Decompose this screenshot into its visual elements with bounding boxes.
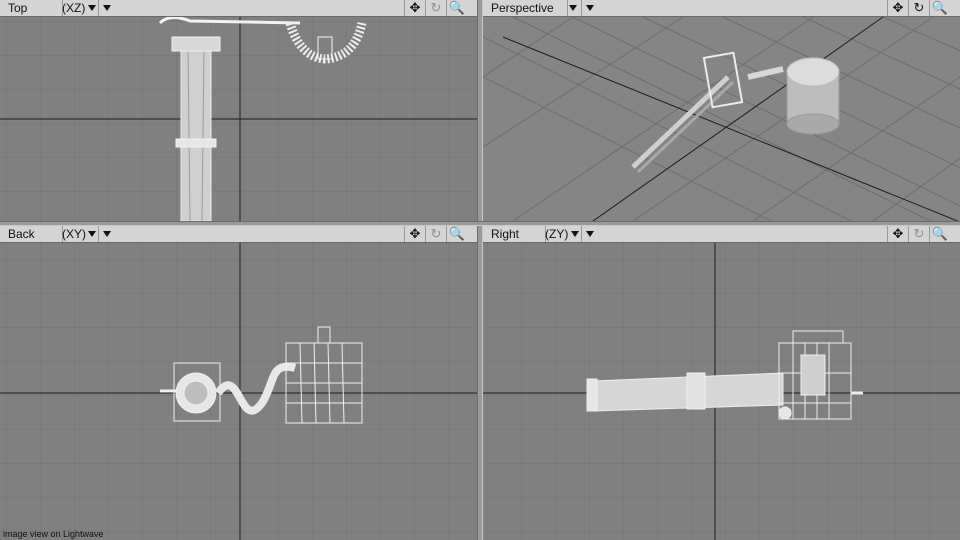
view-axes-label[interactable]: (XY) (62, 226, 86, 242)
viewport-header: Top (XZ) ✥ ↻ 🔍 (0, 0, 477, 17)
zoom-icon[interactable]: 🔍 (929, 226, 950, 242)
view-axes-label[interactable]: (ZY) (545, 226, 568, 242)
rotate-icon[interactable]: ↻ (908, 0, 929, 16)
viewport-top[interactable]: Top (XZ) ✥ ↻ 🔍 (0, 0, 477, 221)
chevron-down-icon[interactable] (88, 231, 96, 237)
viewport-splitter-horizontal[interactable] (0, 221, 960, 226)
chevron-down-icon (103, 5, 111, 11)
chevron-down-icon (586, 231, 594, 237)
view-label[interactable]: Top (4, 0, 63, 16)
viewport-splitter-vertical[interactable] (477, 0, 483, 540)
viewport-header: Perspective ✥ ↻ 🔍 (483, 0, 960, 17)
view-menu-dropdown[interactable] (98, 0, 115, 16)
view-label[interactable]: Perspective (487, 0, 568, 16)
chevron-down-icon (103, 231, 111, 237)
move-icon[interactable]: ✥ (887, 0, 908, 16)
viewport-canvas[interactable] (483, 243, 960, 540)
view-label[interactable]: Back (4, 226, 63, 242)
view-menu-dropdown[interactable] (581, 0, 598, 16)
viewport-header: Right (ZY) ✥ ↻ 🔍 (483, 226, 960, 243)
rotate-icon[interactable]: ↻ (908, 226, 929, 242)
chevron-down-icon (586, 5, 594, 11)
chevron-down-icon[interactable] (571, 231, 579, 237)
viewport-perspective[interactable]: Perspective ✥ ↻ 🔍 (483, 0, 960, 221)
zoom-icon[interactable]: 🔍 (446, 226, 467, 242)
move-icon[interactable]: ✥ (887, 226, 908, 242)
viewport-canvas[interactable] (0, 243, 477, 540)
rotate-icon[interactable]: ↻ (425, 0, 446, 16)
zoom-icon[interactable]: 🔍 (446, 0, 467, 16)
viewport-canvas[interactable] (483, 17, 960, 221)
rotate-icon[interactable]: ↻ (425, 226, 446, 242)
viewport-right[interactable]: Right (ZY) ✥ ↻ 🔍 (483, 226, 960, 540)
chevron-down-icon[interactable] (569, 5, 577, 11)
viewport-canvas[interactable] (0, 17, 477, 221)
viewport-header: Back (XY) ✥ ↻ 🔍 (0, 226, 477, 243)
move-icon[interactable]: ✥ (404, 226, 425, 242)
image-caption: image view on Lightwave (3, 529, 104, 539)
view-menu-dropdown[interactable] (98, 226, 115, 242)
view-menu-dropdown[interactable] (581, 226, 598, 242)
move-icon[interactable]: ✥ (404, 0, 425, 16)
chevron-down-icon[interactable] (88, 5, 96, 11)
view-axes-label[interactable]: (XZ) (62, 0, 85, 16)
zoom-icon[interactable]: 🔍 (929, 0, 950, 16)
view-label[interactable]: Right (487, 226, 546, 242)
viewport-back[interactable]: Back (XY) ✥ ↻ 🔍 image view on Lightwave (0, 226, 477, 540)
